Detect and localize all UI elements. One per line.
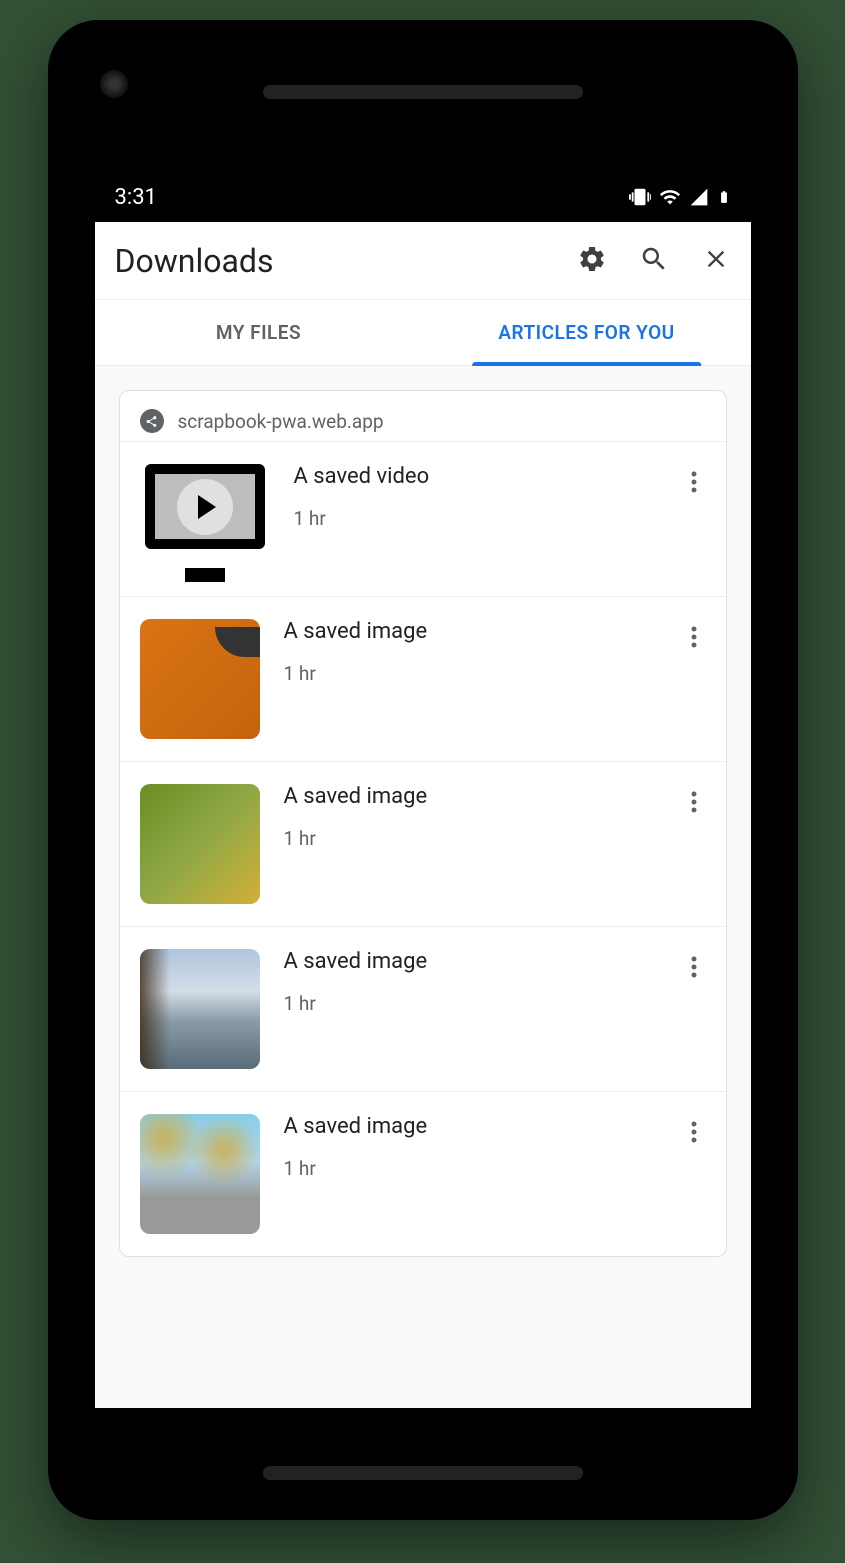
page-title: Downloads <box>115 242 577 280</box>
more-vert-icon <box>691 790 697 818</box>
app-bar: Downloads <box>95 222 751 300</box>
tab-articles-for-you[interactable]: ARTICLES FOR YOU <box>423 300 751 365</box>
search-button[interactable] <box>639 246 669 276</box>
list-item[interactable]: A saved video 1 hr <box>120 441 726 596</box>
source-label: scrapbook-pwa.web.app <box>178 410 384 433</box>
thumbnail-image <box>140 619 260 739</box>
more-vert-icon <box>691 470 697 498</box>
item-overflow-button[interactable] <box>682 464 706 504</box>
more-vert-icon <box>691 955 697 983</box>
list-item[interactable]: A saved image 1 hr <box>120 926 726 1091</box>
more-vert-icon <box>691 1120 697 1148</box>
list-item[interactable]: A saved image 1 hr <box>120 761 726 926</box>
phone-frame: 3:31 Downloads <box>48 20 798 1520</box>
tab-bar: MY FILES ARTICLES FOR YOU <box>95 300 751 366</box>
item-meta: 1 hr <box>284 827 658 850</box>
tab-my-files[interactable]: MY FILES <box>95 300 423 365</box>
item-overflow-button[interactable] <box>682 949 706 989</box>
battery-icon <box>717 186 731 208</box>
item-meta: 1 hr <box>284 1157 658 1180</box>
close-button[interactable] <box>701 246 731 276</box>
thumbnail-video <box>140 464 270 574</box>
more-vert-icon <box>691 625 697 653</box>
thumbnail-image <box>140 784 260 904</box>
settings-button[interactable] <box>577 246 607 276</box>
source-card: scrapbook-pwa.web.app A saved video 1 hr <box>119 390 727 1257</box>
gear-icon <box>577 244 607 278</box>
signal-icon <box>689 187 709 207</box>
item-meta: 1 hr <box>284 992 658 1015</box>
item-title: A saved video <box>294 464 658 489</box>
play-icon <box>177 479 233 535</box>
list-item[interactable]: A saved image 1 hr <box>120 596 726 761</box>
list-item[interactable]: A saved image 1 hr <box>120 1091 726 1256</box>
status-bar: 3:31 <box>95 172 751 222</box>
clock: 3:31 <box>115 185 157 210</box>
item-overflow-button[interactable] <box>682 784 706 824</box>
screen: 3:31 Downloads <box>95 172 751 1408</box>
close-icon <box>702 245 730 277</box>
share-icon <box>140 409 164 433</box>
item-overflow-button[interactable] <box>682 1114 706 1154</box>
item-title: A saved image <box>284 949 658 974</box>
content-area: scrapbook-pwa.web.app A saved video 1 hr <box>95 366 751 1408</box>
item-title: A saved image <box>284 784 658 809</box>
item-meta: 1 hr <box>294 507 658 530</box>
item-title: A saved image <box>284 619 658 644</box>
item-overflow-button[interactable] <box>682 619 706 659</box>
item-title: A saved image <box>284 1114 658 1139</box>
vibrate-icon <box>629 186 651 208</box>
thumbnail-image <box>140 949 260 1069</box>
thumbnail-image <box>140 1114 260 1234</box>
item-meta: 1 hr <box>284 662 658 685</box>
search-icon <box>639 244 669 278</box>
wifi-icon <box>659 186 681 208</box>
